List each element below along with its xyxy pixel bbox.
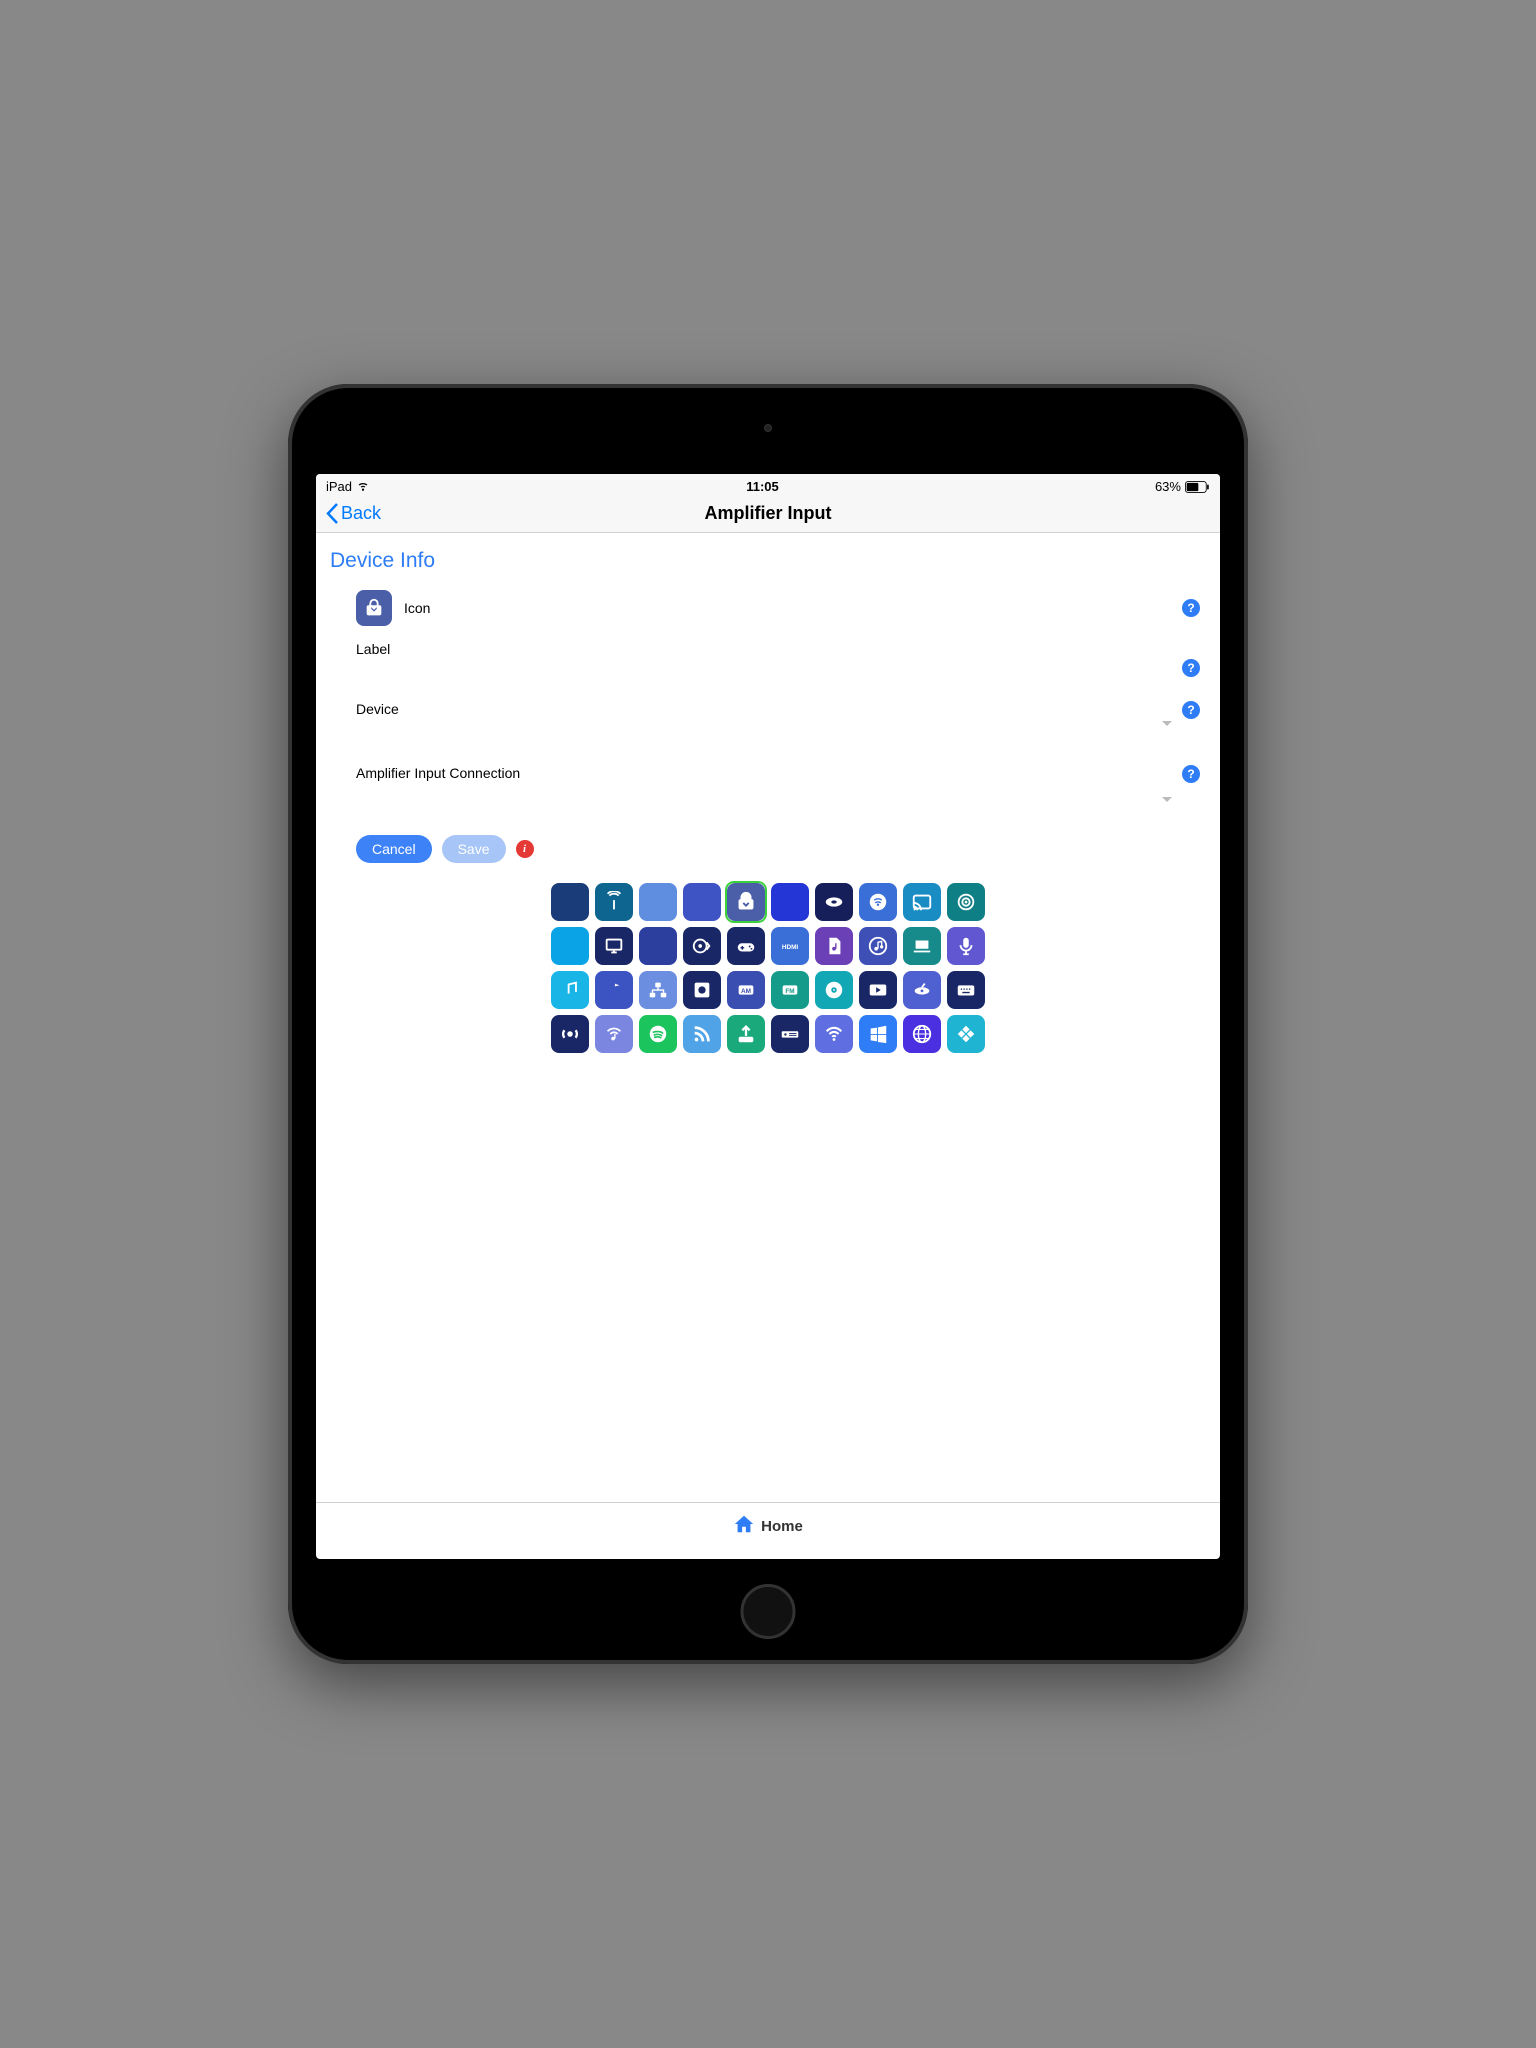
help-icon[interactable]: ? [1182, 599, 1200, 617]
keyboard-icon[interactable] [947, 971, 985, 1009]
bluetooth-icon[interactable] [771, 883, 809, 921]
airplay-icon[interactable] [551, 883, 589, 921]
content: Device Info Icon ? Label ? Device ? Ampl… [316, 533, 1220, 1502]
help-icon[interactable]: ? [1182, 701, 1200, 719]
sonos-icon[interactable] [551, 1015, 589, 1053]
camera-dot [764, 424, 772, 432]
chevron-down-icon [1162, 721, 1172, 726]
tab-bar: Home [316, 1502, 1220, 1559]
disc-arrow-icon[interactable] [683, 927, 721, 965]
network-icon[interactable] [639, 971, 677, 1009]
row-icon-label: Icon [404, 600, 430, 616]
back-button[interactable]: Back [326, 503, 381, 524]
aux-icon[interactable] [727, 883, 765, 921]
tab-home-label[interactable]: Home [761, 1518, 803, 1535]
laptop-icon[interactable] [903, 927, 941, 965]
receiver-icon[interactable] [771, 1015, 809, 1053]
row-icon[interactable]: Icon ? [316, 583, 1220, 633]
apple-icon[interactable] [639, 883, 677, 921]
icon-picker-grid [316, 877, 1220, 1073]
nav-bar: Back Amplifier Input [316, 495, 1220, 533]
row-amp-input-label: Amplifier Input Connection [356, 765, 520, 781]
house-icon[interactable] [639, 927, 677, 965]
monitor-icon[interactable] [595, 927, 633, 965]
save-button: Save [442, 835, 506, 863]
help-icon[interactable]: ? [1182, 659, 1200, 677]
chevron-down-icon [1162, 797, 1172, 802]
kodi-icon[interactable] [947, 1015, 985, 1053]
dots-icon[interactable] [551, 927, 589, 965]
windows-icon[interactable] [859, 1015, 897, 1053]
status-battery-text: 63% [1155, 479, 1181, 494]
battery-icon [1185, 481, 1210, 493]
section-header: Device Info [316, 533, 1220, 583]
globe-icon[interactable] [903, 1015, 941, 1053]
fan-icon[interactable] [683, 883, 721, 921]
status-device-label: iPad [326, 479, 352, 494]
satellite-icon[interactable] [903, 971, 941, 1009]
row-label-label: Label [356, 641, 390, 657]
record-icon[interactable] [683, 971, 721, 1009]
upload-icon[interactable] [727, 1015, 765, 1053]
antenna-icon[interactable] [595, 883, 633, 921]
hdmi-icon[interactable] [771, 927, 809, 965]
info-warning-icon[interactable]: i [516, 840, 534, 858]
am-icon[interactable] [727, 971, 765, 1009]
gamepad-icon[interactable] [727, 927, 765, 965]
cd-icon[interactable] [815, 971, 853, 1009]
home-icon[interactable] [733, 1513, 755, 1539]
mic-icon[interactable] [947, 927, 985, 965]
back-label: Back [341, 503, 381, 524]
wifi-note-icon[interactable] [595, 1015, 633, 1053]
nav-title: Amplifier Input [705, 503, 832, 524]
youtube-icon[interactable] [859, 971, 897, 1009]
wifi-icon [356, 478, 370, 495]
status-time: 11:05 [746, 479, 779, 494]
rss-icon[interactable] [683, 1015, 721, 1053]
target-icon[interactable] [947, 883, 985, 921]
music-note-icon[interactable] [595, 971, 633, 1009]
help-icon[interactable]: ? [1182, 765, 1200, 783]
cancel-button[interactable]: Cancel [356, 835, 432, 863]
button-row: Cancel Save i [316, 821, 1220, 877]
itunes-icon[interactable] [859, 927, 897, 965]
file-music-icon[interactable] [815, 927, 853, 965]
ipad-home-button[interactable] [741, 1584, 796, 1639]
wifi-icon[interactable] [815, 1015, 853, 1053]
ipad-frame: iPad 11:05 63% Back Amplifier Input Devi… [288, 384, 1248, 1664]
screen: iPad 11:05 63% Back Amplifier Input Devi… [316, 474, 1220, 1559]
row-device-label: Device [356, 701, 399, 717]
row-device[interactable]: Device ? [316, 693, 1220, 757]
music-double-icon[interactable] [551, 971, 589, 1009]
status-bar: iPad 11:05 63% [316, 474, 1220, 495]
spotify-icon[interactable] [639, 1015, 677, 1053]
row-label[interactable]: Label ? [316, 633, 1220, 693]
cast-icon[interactable] [903, 883, 941, 921]
cable-icon[interactable] [859, 883, 897, 921]
selected-icon-preview [356, 590, 392, 626]
fm-icon[interactable] [771, 971, 809, 1009]
row-amp-input[interactable]: Amplifier Input Connection ? [316, 757, 1220, 821]
bluray-icon[interactable] [815, 883, 853, 921]
